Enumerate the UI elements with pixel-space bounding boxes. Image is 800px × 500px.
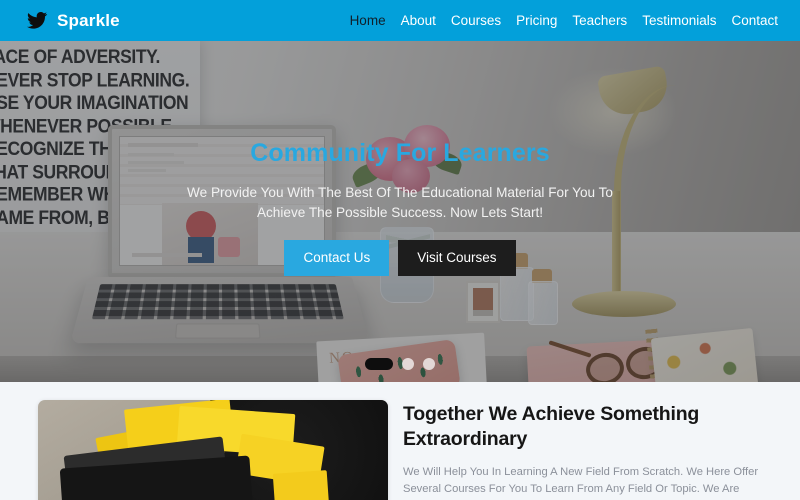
brand-logo[interactable]: Sparkle xyxy=(26,10,120,32)
visit-courses-button[interactable]: Visit Courses xyxy=(398,240,516,276)
brand-name: Sparkle xyxy=(57,11,120,30)
hero-content: Community For Learners We Provide You Wi… xyxy=(0,41,800,382)
about-image: g xyxy=(38,400,388,500)
carousel-dot-1[interactable] xyxy=(365,358,393,370)
about-title: Together We Achieve Something Extraordin… xyxy=(403,403,700,450)
nav-item-home[interactable]: Home xyxy=(350,14,386,28)
hero-button-group: Contact Us Visit Courses xyxy=(284,240,516,276)
nav-item-about[interactable]: About xyxy=(401,14,436,28)
contact-us-button[interactable]: Contact Us xyxy=(284,240,390,276)
hero-title: Community For Learners xyxy=(250,139,550,167)
bird-icon xyxy=(26,10,48,32)
landing-page: Sparkle Home About Courses Pricing Teach… xyxy=(0,0,800,500)
hero-subtitle: We Provide You With The Best Of The Educ… xyxy=(187,185,613,220)
carousel-dot-3[interactable] xyxy=(423,358,435,370)
nav-item-testimonials[interactable]: Testimonials xyxy=(642,14,716,28)
nav-item-teachers[interactable]: Teachers xyxy=(572,14,627,28)
yellow-paper xyxy=(272,470,330,500)
site-header: Sparkle Home About Courses Pricing Teach… xyxy=(0,0,800,41)
main-navigation: Home About Courses Pricing Teachers Test… xyxy=(350,14,778,28)
carousel-indicators xyxy=(0,358,800,370)
carousel-dot-2[interactable] xyxy=(402,358,414,370)
notebook-letter: g xyxy=(132,495,155,500)
nav-item-courses[interactable]: Courses xyxy=(451,14,501,28)
hero-section: FACE OF ADVERSITY. NEVER STOP LEARNING. … xyxy=(0,41,800,382)
about-inner: g Together We Achieve Something Extraord… xyxy=(0,400,800,500)
about-section: g Together We Achieve Something Extraord… xyxy=(0,382,800,500)
nav-item-contact[interactable]: Contact xyxy=(731,14,778,28)
about-body: We Will Help You In Learning A New Field… xyxy=(403,466,759,500)
about-text-block: Together We Achieve Something Extraordin… xyxy=(403,400,778,500)
nav-item-pricing[interactable]: Pricing xyxy=(516,14,557,28)
